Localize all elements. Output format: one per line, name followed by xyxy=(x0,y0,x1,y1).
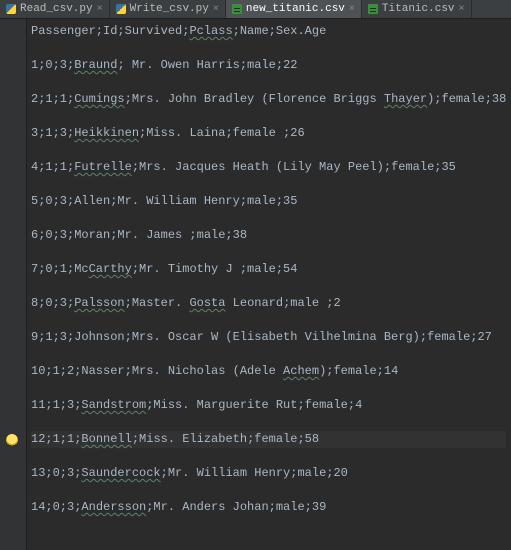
blank-line xyxy=(31,40,506,57)
spell-word: Futrelle xyxy=(74,160,132,174)
blank-line xyxy=(31,346,506,363)
text: ;Miss. Elizabeth;female;58 xyxy=(132,432,319,446)
blank-line xyxy=(31,448,506,465)
tab-label: Read_csv.py xyxy=(20,3,93,15)
text: 10;1;2;Nasser;Mrs. Nicholas (Adele xyxy=(31,364,283,378)
text: 14;0;3; xyxy=(31,500,81,514)
text: );female;14 xyxy=(319,364,398,378)
text: 8;0;3; xyxy=(31,296,74,310)
text: 4;1;1; xyxy=(31,160,74,174)
spell-word: Saundercock xyxy=(81,466,160,480)
close-icon[interactable]: × xyxy=(349,4,355,15)
spell-word: Sandstrom xyxy=(81,398,146,412)
lightbulb-icon[interactable] xyxy=(6,434,18,446)
text: ;Name;Sex.Age xyxy=(233,24,327,38)
csv-line: 2;1;1;Cumings;Mrs. John Bradley (Florenc… xyxy=(31,91,506,108)
csv-line: 13;0;3;Saundercock;Mr. William Henry;mal… xyxy=(31,465,506,482)
csv-line: 4;1;1;Futrelle;Mrs. Jacques Heath (Lily … xyxy=(31,159,506,176)
file-content[interactable]: Passenger;Id;Survived;Pclass;Name;Sex.Ag… xyxy=(27,19,510,550)
text: Passenger;Id;Survived; xyxy=(31,24,189,38)
blank-line xyxy=(31,142,506,159)
tab-write_csv-py[interactable]: Write_csv.py × xyxy=(110,0,226,18)
tab-bar: Read_csv.py×Write_csv.py×new_titanic.csv… xyxy=(0,0,511,19)
spell-word: Andersson xyxy=(81,500,146,514)
spell-word: Achem xyxy=(283,364,319,378)
csv-line: 8;0;3;Palsson;Master. Gosta Leonard;male… xyxy=(31,295,506,312)
csv-line: 11;1;3;Sandstrom;Miss. Marguerite Rut;fe… xyxy=(31,397,506,414)
spell-word: Braund xyxy=(74,58,117,72)
spell-word: Bonnell xyxy=(81,432,131,446)
python-icon xyxy=(116,4,126,14)
blank-line xyxy=(31,312,506,329)
spell-word: Gosta xyxy=(189,296,225,310)
blank-line xyxy=(31,414,506,431)
text: 9;1;3;Johnson;Mrs. Oscar W (Elisabeth Vi… xyxy=(31,330,492,344)
close-icon[interactable]: × xyxy=(97,4,103,15)
csv-line: 6;0;3;Moran;Mr. James ;male;38 xyxy=(31,227,506,244)
tab-read_csv-py[interactable]: Read_csv.py × xyxy=(0,0,110,18)
text: );female;38 xyxy=(427,92,506,106)
gutter xyxy=(0,19,27,550)
blank-line xyxy=(31,74,506,91)
csv-line: 10;1;2;Nasser;Mrs. Nicholas (Adele Achem… xyxy=(31,363,506,380)
csv-icon xyxy=(368,4,378,14)
blank-line xyxy=(31,108,506,125)
spell-word: Heikkinen xyxy=(74,126,139,140)
close-icon[interactable]: × xyxy=(213,4,219,15)
text: 5;0;3;Allen;Mr. William Henry;male;35 xyxy=(31,194,297,208)
editor: Passenger;Id;Survived;Pclass;Name;Sex.Ag… xyxy=(0,19,511,550)
text: 3;1;3; xyxy=(31,126,74,140)
csv-line: 3;1;3;Heikkinen;Miss. Laina;female ;26 xyxy=(31,125,506,142)
text: 7;0;1;Mc xyxy=(31,262,89,276)
spell-word: Cumings xyxy=(74,92,124,106)
csv-line: 12;1;1;Bonnell;Miss. Elizabeth;female;58 xyxy=(31,431,506,448)
blank-line xyxy=(31,176,506,193)
text: ;Master. xyxy=(125,296,190,310)
spell-word: Thayer xyxy=(384,92,427,106)
tab-titanic-csv[interactable]: Titanic.csv × xyxy=(362,0,472,18)
csv-line: Passenger;Id;Survived;Pclass;Name;Sex.Ag… xyxy=(31,23,506,40)
tab-label: Write_csv.py xyxy=(130,3,209,15)
text: ;Miss. Marguerite Rut;female;4 xyxy=(146,398,362,412)
text: ;Mr. William Henry;male;20 xyxy=(161,466,348,480)
tab-new_titanic-csv[interactable]: new_titanic.csv × xyxy=(226,0,362,18)
text: 12;1;1; xyxy=(31,432,81,446)
text: ; Mr. Owen Harris;male;22 xyxy=(117,58,297,72)
spell-word: Carthy xyxy=(89,262,132,276)
python-icon xyxy=(6,4,16,14)
spell-word: Pclass xyxy=(189,24,232,38)
text: 1;0;3; xyxy=(31,58,74,72)
text: ;Miss. Laina;female ;26 xyxy=(139,126,305,140)
text: 11;1;3; xyxy=(31,398,81,412)
tab-label: new_titanic.csv xyxy=(246,3,345,15)
text: 2;1;1; xyxy=(31,92,74,106)
text: ;Mrs. Jacques Heath (Lily May Peel);fema… xyxy=(132,160,456,174)
blank-line xyxy=(31,244,506,261)
blank-line xyxy=(31,482,506,499)
csv-line: 1;0;3;Braund; Mr. Owen Harris;male;22 xyxy=(31,57,506,74)
csv-line: 14;0;3;Andersson;Mr. Anders Johan;male;3… xyxy=(31,499,506,516)
blank-line xyxy=(31,210,506,227)
blank-line xyxy=(31,380,506,397)
close-icon[interactable]: × xyxy=(459,4,465,15)
text: 6;0;3;Moran;Mr. James ;male;38 xyxy=(31,228,247,242)
csv-line: 9;1;3;Johnson;Mrs. Oscar W (Elisabeth Vi… xyxy=(31,329,506,346)
text: 13;0;3; xyxy=(31,466,81,480)
text: ;Mrs. John Bradley (Florence Briggs xyxy=(125,92,384,106)
csv-line: 7;0;1;McCarthy;Mr. Timothy J ;male;54 xyxy=(31,261,506,278)
blank-line xyxy=(31,278,506,295)
csv-line: 5;0;3;Allen;Mr. William Henry;male;35 xyxy=(31,193,506,210)
spell-word: Palsson xyxy=(74,296,124,310)
text: ;Mr. Anders Johan;male;39 xyxy=(146,500,326,514)
tab-label: Titanic.csv xyxy=(382,3,455,15)
csv-icon xyxy=(232,4,242,14)
text: ;Mr. Timothy J ;male;54 xyxy=(132,262,298,276)
text: Leonard;male ;2 xyxy=(225,296,340,310)
